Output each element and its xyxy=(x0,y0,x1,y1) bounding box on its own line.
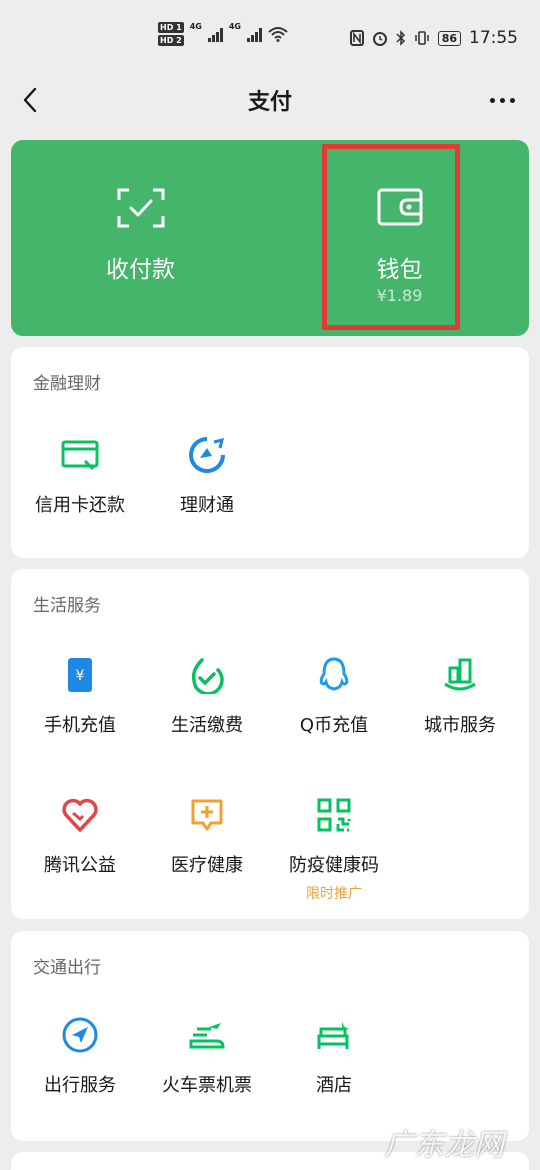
status-right: 86 17:55 xyxy=(349,28,518,48)
hotel-item[interactable]: 酒店 xyxy=(269,1013,399,1097)
signal-icon xyxy=(207,26,223,42)
svg-text:¥: ¥ xyxy=(76,668,85,684)
wifi-icon xyxy=(268,27,288,42)
hd2-badge: HD 2 xyxy=(158,35,184,46)
qr-code-icon xyxy=(317,798,351,832)
city-service-icon xyxy=(444,658,476,691)
credit-card-icon xyxy=(61,440,99,471)
medical-item[interactable]: 医疗健康 xyxy=(142,793,272,877)
navigation-icon xyxy=(62,1017,98,1053)
network-label-2: 4G xyxy=(228,22,241,31)
signal-icon-2 xyxy=(246,26,262,42)
scan-check-icon xyxy=(117,188,164,228)
train-plane-item[interactable]: 火车票机票 xyxy=(142,1013,272,1097)
credit-card-repay-item[interactable]: 信用卡还款 xyxy=(15,433,145,517)
health-code-label: 防疫健康码 xyxy=(289,855,379,876)
travel-service-label: 出行服务 xyxy=(44,1075,116,1096)
charity-item[interactable]: 腾讯公益 xyxy=(15,793,145,877)
medical-icon xyxy=(191,799,223,831)
collect-pay-label: 收付款 xyxy=(106,257,175,283)
collect-pay-button[interactable]: 收付款 xyxy=(11,140,270,336)
life-section: 生活服务 ¥ 手机充值 生活缴费 Q币充值 城市服务 腾讯公益 医疗健康 防疫健… xyxy=(11,569,529,919)
watermark: 广东龙网 xyxy=(384,1128,504,1163)
wealth-item[interactable]: 理财通 xyxy=(142,433,272,517)
health-code-item[interactable]: 防疫健康码 限时推广 xyxy=(269,793,399,903)
hd1-badge: HD 1 xyxy=(158,22,184,33)
network-label-1: 4G xyxy=(189,22,202,31)
page-title: 支付 xyxy=(247,90,292,115)
phone-recharge-item[interactable]: ¥ 手机充值 xyxy=(15,653,145,737)
credit-card-repay-label: 信用卡还款 xyxy=(35,495,125,516)
train-plane-icon xyxy=(189,1023,225,1049)
finance-title: 金融理财 xyxy=(33,374,101,394)
promo-badge: 限时推广 xyxy=(306,886,362,902)
travel-service-item[interactable]: 出行服务 xyxy=(15,1013,145,1097)
charity-heart-icon xyxy=(62,798,98,832)
city-service-item[interactable]: 城市服务 xyxy=(395,653,525,737)
more-button[interactable] xyxy=(482,86,522,114)
transport-title: 交通出行 xyxy=(33,958,101,978)
vibrate-icon xyxy=(414,31,429,45)
utility-payment-label: 生活缴费 xyxy=(171,715,243,736)
finance-section: 金融理财 信用卡还款 理财通 xyxy=(11,347,529,558)
utility-payment-icon xyxy=(191,658,224,694)
charity-label: 腾讯公益 xyxy=(44,855,116,876)
alarm-icon xyxy=(372,32,387,46)
more-horizontal-icon xyxy=(489,97,495,103)
nav-bar: 支付 xyxy=(0,78,540,122)
city-service-label: 城市服务 xyxy=(424,715,496,736)
wealth-label: 理财通 xyxy=(180,495,234,516)
utility-payment-item[interactable]: 生活缴费 xyxy=(142,653,272,737)
battery-indicator: 86 xyxy=(437,30,461,46)
life-title: 生活服务 xyxy=(33,596,101,616)
status-bar: HD 1 HD 2 4G 4G 86 17:55 xyxy=(0,0,540,78)
qq-coin-icon xyxy=(319,657,349,691)
transport-section: 交通出行 出行服务 火车票机票 酒店 xyxy=(11,931,529,1141)
qq-coin-item[interactable]: Q币充值 xyxy=(269,653,399,737)
highlight-box xyxy=(322,144,460,330)
wealth-icon xyxy=(189,437,225,473)
hotel-label: 酒店 xyxy=(316,1075,352,1096)
clock: 17:55 xyxy=(469,28,518,48)
phone-recharge-label: 手机充值 xyxy=(44,715,116,736)
qq-coin-label: Q币充值 xyxy=(299,715,369,736)
nfc-icon xyxy=(349,30,364,46)
bluetooth-icon xyxy=(396,30,405,46)
train-plane-label: 火车票机票 xyxy=(162,1075,252,1096)
hotel-bed-icon xyxy=(317,1022,349,1049)
phone-recharge-icon: ¥ xyxy=(68,658,92,692)
medical-label: 医疗健康 xyxy=(171,855,243,876)
signal-group: HD 1 HD 2 4G 4G xyxy=(158,22,288,46)
